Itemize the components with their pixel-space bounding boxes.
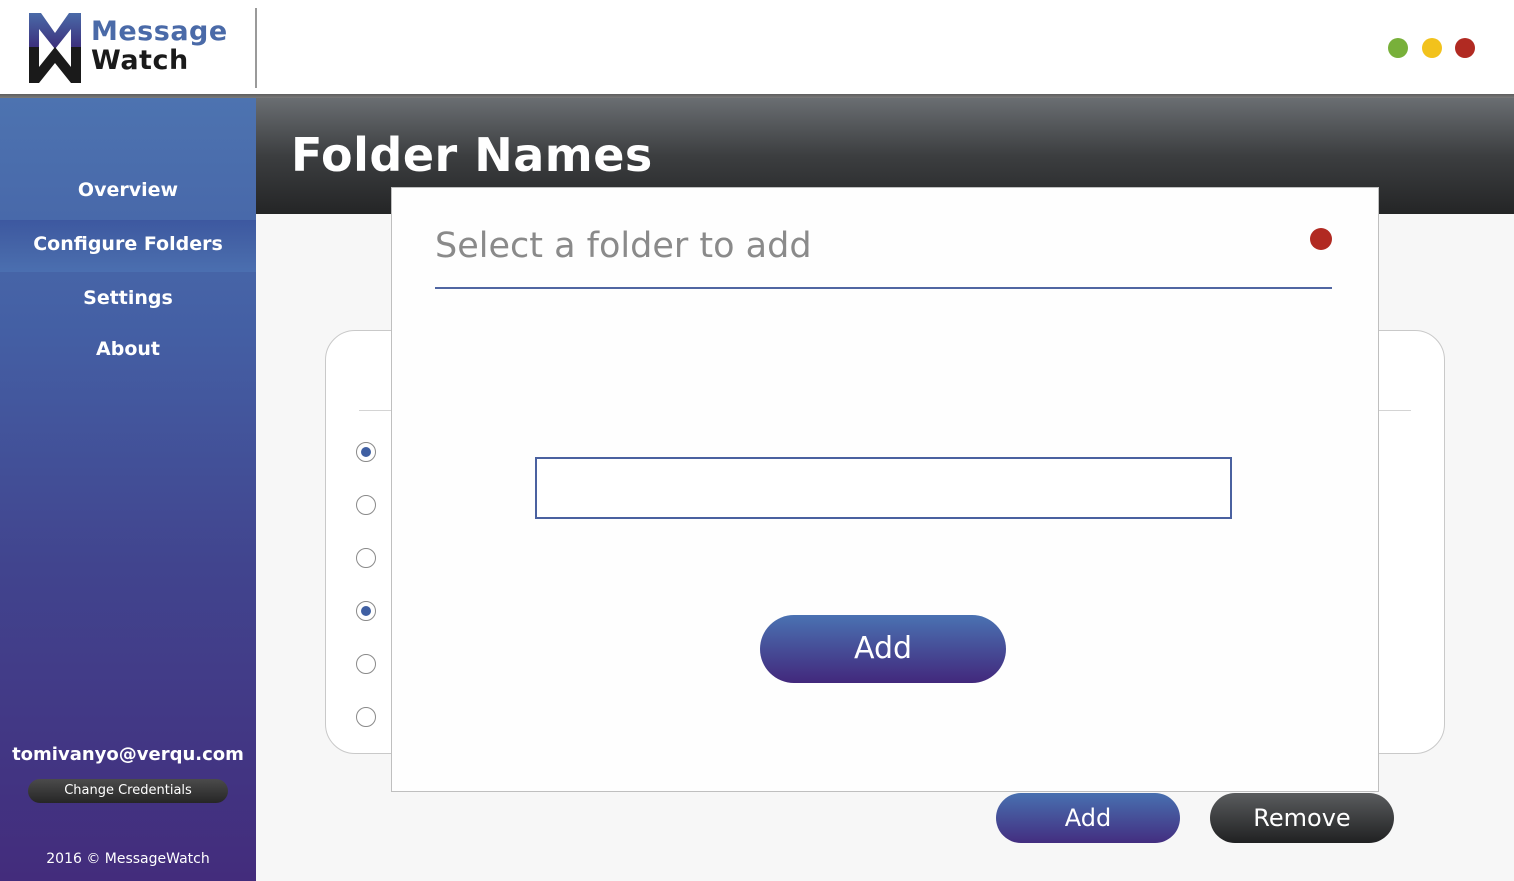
add-folder-dialog: Select a folder to add Add xyxy=(391,187,1379,792)
user-email: tomivanyo@verqu.com xyxy=(12,744,244,765)
remove-folder-button[interactable]: Remove xyxy=(1210,793,1394,843)
app-header: Message Watch xyxy=(0,0,1514,96)
folder-name-input[interactable] xyxy=(535,457,1232,519)
copyright-text: 2016 © MessageWatch xyxy=(46,851,210,867)
dialog-title: Select a folder to add xyxy=(435,226,812,266)
change-credentials-button[interactable]: Change Credentials xyxy=(28,779,228,803)
folder-radio-5[interactable] xyxy=(356,654,376,674)
logo-line-1: Message xyxy=(91,16,228,47)
sidebar-item-about[interactable]: About xyxy=(0,338,256,360)
app-logo-text: Message Watch xyxy=(91,17,228,75)
page-title: Folder Names xyxy=(291,128,653,182)
panel-divider-right xyxy=(1378,410,1411,411)
sidebar-item-overview[interactable]: Overview xyxy=(0,179,256,201)
close-window-button[interactable] xyxy=(1455,38,1475,58)
folder-radio-1[interactable] xyxy=(356,442,376,462)
dialog-close-button[interactable] xyxy=(1310,228,1332,250)
logo-line-2: Watch xyxy=(91,45,189,76)
minimize-window-button[interactable] xyxy=(1388,38,1408,58)
add-folder-button[interactable]: Add xyxy=(996,793,1180,843)
sidebar-item-settings[interactable]: Settings xyxy=(0,287,256,309)
folder-radio-4[interactable] xyxy=(356,601,376,621)
header-divider xyxy=(255,8,257,88)
dialog-title-underline xyxy=(435,287,1332,289)
sidebar-item-configure-folders[interactable]: Configure Folders xyxy=(0,233,256,255)
maximize-window-button[interactable] xyxy=(1422,38,1442,58)
folder-radio-2[interactable] xyxy=(356,495,376,515)
messagewatch-logo-icon xyxy=(29,13,81,83)
folder-radio-6[interactable] xyxy=(356,707,376,727)
dialog-add-button[interactable]: Add xyxy=(760,615,1006,683)
folder-radio-3[interactable] xyxy=(356,548,376,568)
